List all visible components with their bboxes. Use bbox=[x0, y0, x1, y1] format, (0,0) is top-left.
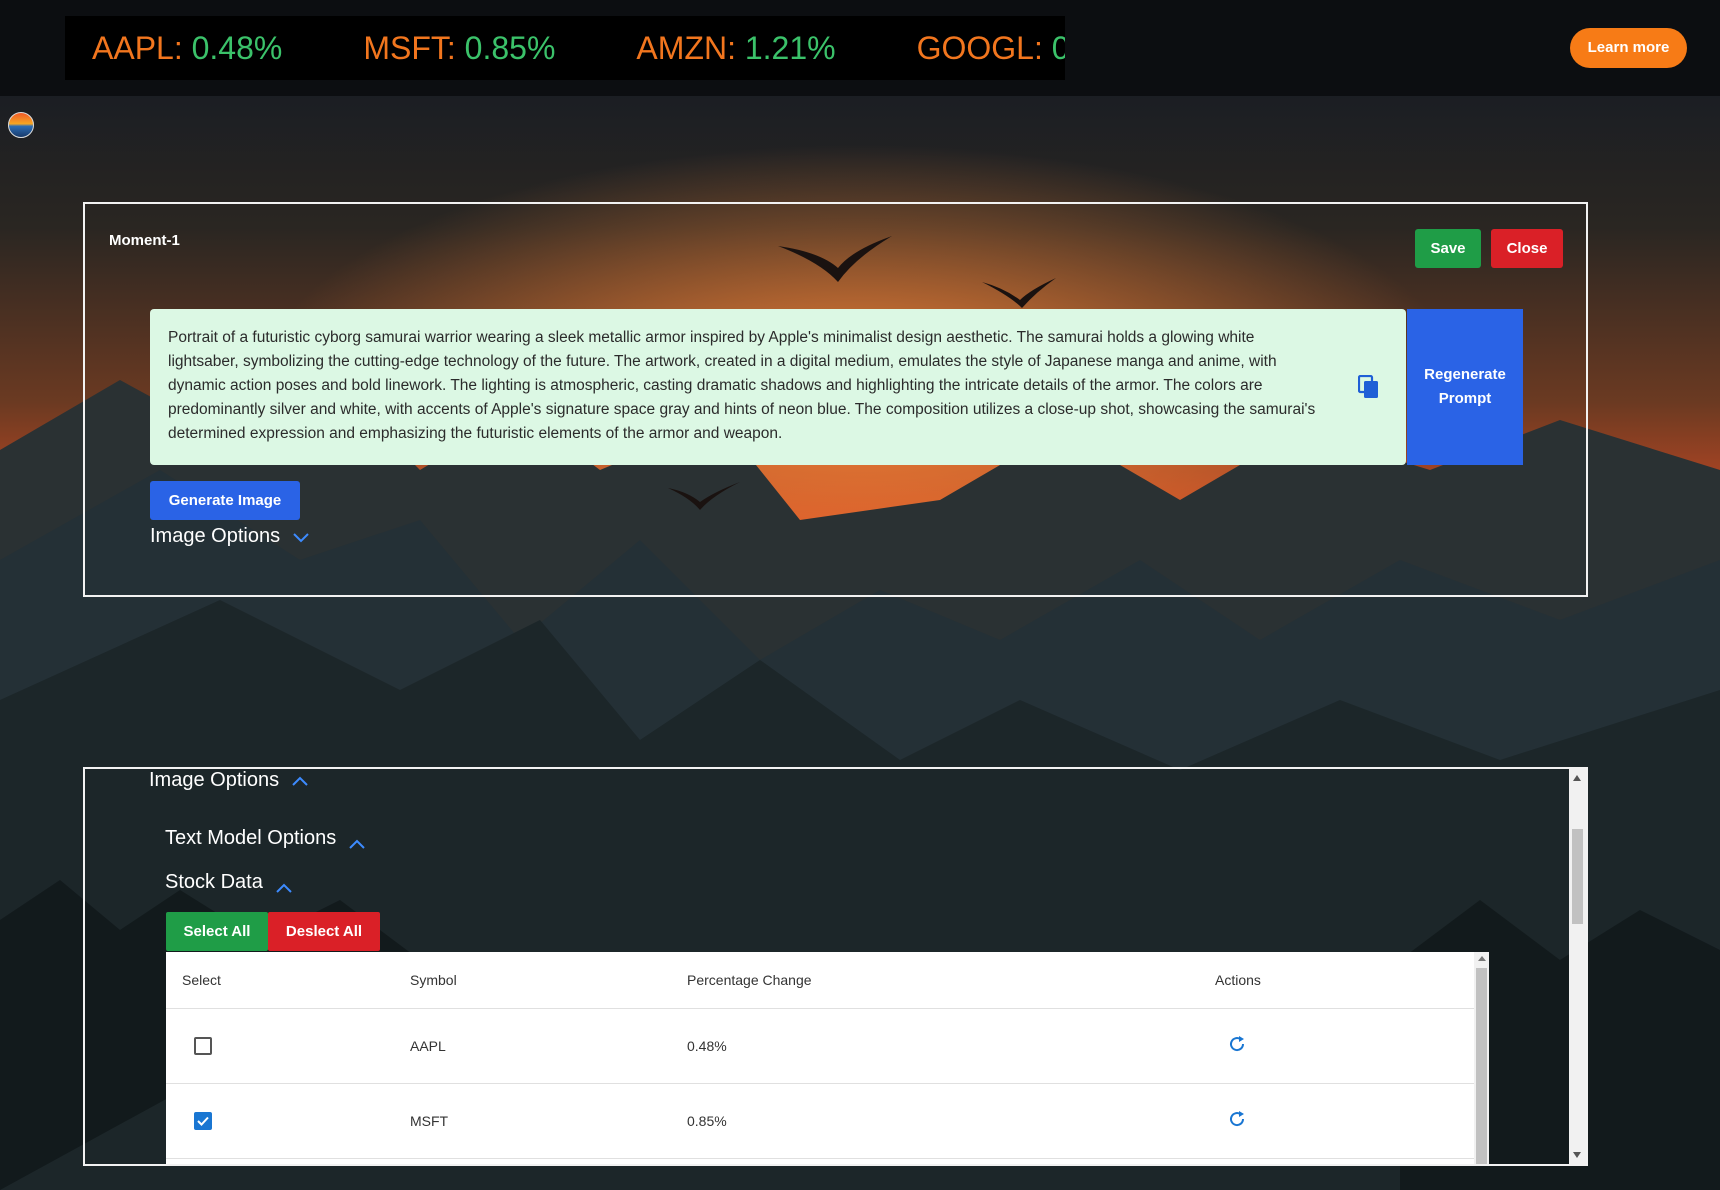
change-cell: 0.48% bbox=[687, 1008, 1215, 1084]
ticker-symbol: AAPL: bbox=[92, 29, 183, 66]
ticker-symbol: MSFT: bbox=[363, 29, 456, 66]
image-options-header[interactable]: Image Options bbox=[149, 769, 309, 792]
stock-data-label: Stock Data bbox=[165, 871, 263, 893]
header-select: Select bbox=[166, 952, 410, 1009]
table-scroll-thumb[interactable] bbox=[1476, 968, 1487, 1164]
regenerate-prompt-button[interactable]: Regenerate Prompt bbox=[1407, 309, 1523, 465]
select-cell bbox=[166, 1083, 410, 1159]
row-checkbox-msft[interactable] bbox=[194, 1111, 212, 1130]
chevron-down-icon bbox=[293, 532, 309, 542]
table-row: MSFT 0.85% bbox=[166, 1083, 1474, 1159]
row-checkbox-aapl[interactable] bbox=[194, 1036, 212, 1055]
options-panel: Image Options Text Model Options Stock D… bbox=[83, 767, 1588, 1166]
checkmark-icon bbox=[197, 1116, 209, 1126]
sunset-logo-icon[interactable] bbox=[8, 112, 34, 138]
scroll-down-arrow[interactable] bbox=[1573, 1152, 1581, 1158]
prompt-text: Portrait of a futuristic cyborg samurai … bbox=[168, 329, 1316, 442]
image-options-label: Image Options bbox=[150, 525, 281, 547]
panel-scrollbar[interactable] bbox=[1569, 769, 1586, 1164]
table-row: AAPL 0.48% bbox=[166, 1008, 1474, 1084]
ticker-item-msft: MSFT: 0.85% bbox=[336, 30, 609, 67]
scroll-up-arrow[interactable] bbox=[1478, 956, 1486, 961]
ticker-value: 0.85% bbox=[464, 29, 556, 66]
chevron-up-icon bbox=[292, 776, 308, 786]
moment-panel: Moment-1 Save Close Portrait of a futuri… bbox=[83, 202, 1588, 597]
text-model-options-label: Text Model Options bbox=[165, 827, 337, 849]
close-button[interactable]: Close bbox=[1491, 229, 1563, 268]
moment-title: Moment-1 bbox=[109, 232, 180, 249]
chevron-up-icon bbox=[349, 839, 365, 849]
refresh-icon[interactable] bbox=[1227, 1109, 1247, 1129]
stock-data-table: Select Symbol Percentage Change Actions … bbox=[166, 952, 1489, 1164]
stock-ticker: AAPL: 0.48% MSFT: 0.85% AMZN: 1.21% GOOGL: … bbox=[65, 16, 1065, 80]
ticker-symbol: AMZN: bbox=[636, 29, 736, 66]
stock-data-toggle[interactable]: Stock Data bbox=[165, 871, 293, 894]
symbol-cell: MSFT bbox=[410, 1083, 687, 1159]
header-percentage-change: Percentage Change bbox=[687, 952, 1215, 1009]
select-cell bbox=[166, 1008, 410, 1084]
image-options-toggle[interactable]: Image Options bbox=[150, 525, 310, 548]
ticker-item-googl: GOOGL: 0.77% bbox=[890, 30, 1065, 67]
copy-icon[interactable] bbox=[1358, 375, 1380, 399]
ticker-symbol: GOOGL: bbox=[916, 29, 1043, 66]
ticker-value: 1.21% bbox=[744, 29, 836, 66]
ticker-item-aapl: AAPL: 0.48% bbox=[65, 30, 336, 67]
learn-more-button[interactable]: Learn more bbox=[1570, 28, 1687, 68]
prompt-text-box[interactable]: Portrait of a futuristic cyborg samurai … bbox=[150, 309, 1406, 465]
image-options-label: Image Options bbox=[149, 769, 280, 791]
table-scrollbar[interactable] bbox=[1474, 952, 1489, 1164]
actions-cell bbox=[1215, 1083, 1474, 1159]
regenerate-label: Regenerate Prompt bbox=[1424, 366, 1506, 407]
generate-image-button[interactable]: Generate Image bbox=[150, 481, 300, 520]
scroll-up-arrow[interactable] bbox=[1573, 775, 1581, 781]
top-bar: AAPL: 0.48% MSFT: 0.85% AMZN: 1.21% GOOGL: … bbox=[0, 0, 1720, 96]
header-symbol: Symbol bbox=[410, 952, 687, 1009]
header-actions: Actions bbox=[1215, 952, 1474, 1009]
save-button[interactable]: Save bbox=[1415, 229, 1481, 268]
panel-scroll-thumb[interactable] bbox=[1572, 829, 1583, 924]
change-cell: 0.85% bbox=[687, 1083, 1215, 1159]
chevron-up-icon bbox=[276, 883, 292, 893]
ticker-value: 0.48% bbox=[191, 29, 283, 66]
select-all-button[interactable]: Select All bbox=[166, 912, 268, 951]
refresh-icon[interactable] bbox=[1227, 1034, 1247, 1054]
table-header-row: Select Symbol Percentage Change Actions bbox=[166, 952, 1474, 1009]
text-model-options-toggle[interactable]: Text Model Options bbox=[165, 827, 366, 850]
ticker-item-amzn: AMZN: 1.21% bbox=[609, 30, 889, 67]
ticker-value: 0.77% bbox=[1051, 29, 1065, 66]
symbol-cell: AAPL bbox=[410, 1008, 687, 1084]
deselect-all-button[interactable]: Deslect All bbox=[268, 912, 380, 951]
actions-cell bbox=[1215, 1008, 1474, 1084]
